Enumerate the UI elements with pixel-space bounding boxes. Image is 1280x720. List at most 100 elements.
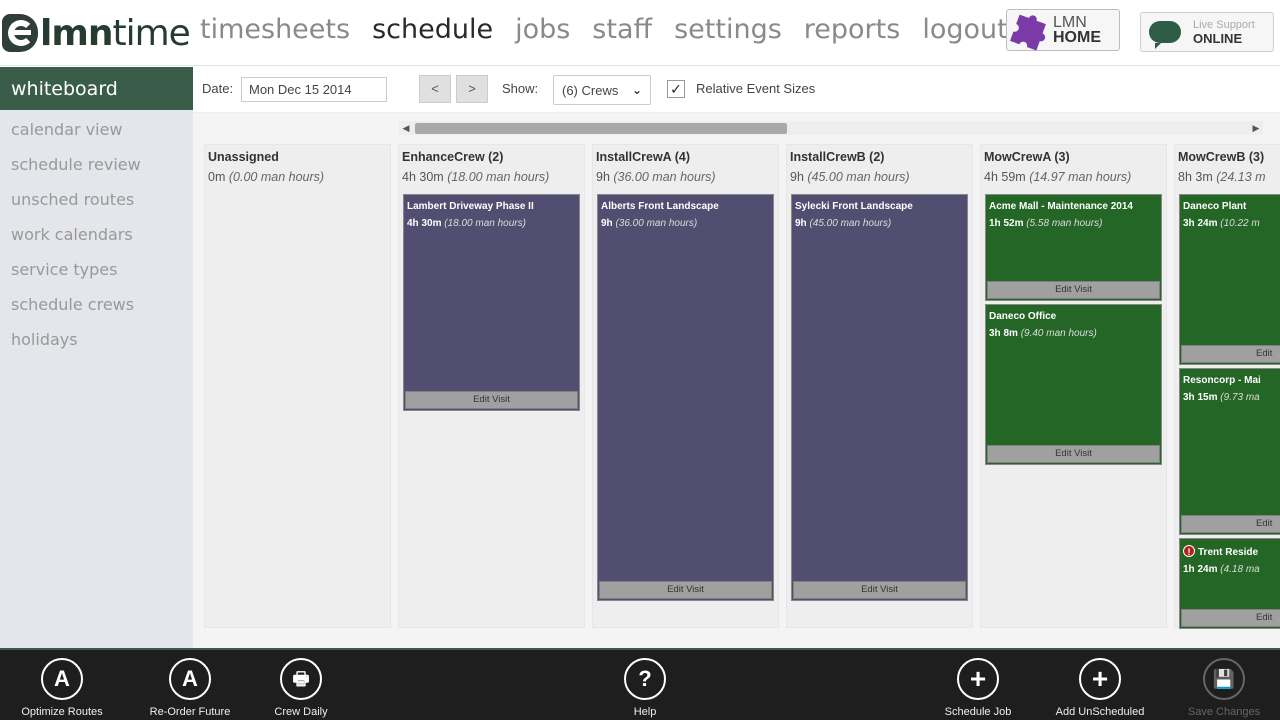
visit-man-hours: (4.18 ma: [1220, 564, 1260, 575]
crew-man-hours: (0.00 man hours): [228, 170, 325, 184]
crew-man-hours: (36.00 man hours): [613, 170, 716, 184]
help-label: Help: [633, 706, 657, 718]
visit-card[interactable]: ! Trent Reside 1h 24m (4.18 ma Edit: [1179, 538, 1280, 629]
visit-name: Lambert Driveway Phase II: [407, 201, 534, 212]
visit-hours: 9h: [795, 218, 807, 229]
nav-timesheets[interactable]: timesheets: [200, 14, 350, 45]
sidebar-item-whiteboard[interactable]: whiteboard: [0, 67, 193, 110]
visit-man-hours: (18.00 man hours): [444, 218, 526, 229]
crew-man-hours: (18.00 man hours): [447, 170, 550, 184]
reorder-future-button[interactable]: A Re-Order Future: [140, 658, 240, 718]
crew-daily-button[interactable]: 🖶 Crew Daily: [256, 658, 346, 718]
edit-visit-button[interactable]: Edit Visit: [987, 445, 1160, 463]
reorder-future-icon: A: [169, 658, 211, 700]
show-label: Show:: [502, 81, 539, 96]
lmn-home-line2: HOME: [1053, 29, 1101, 46]
sidebar-item-schedule-review[interactable]: schedule review: [0, 147, 193, 182]
crew-column-installcrewa[interactable]: InstallCrewA (4) 9h (36.00 man hours) Al…: [592, 144, 779, 628]
visit-name: Resoncorp - Mai: [1183, 375, 1261, 386]
nav-settings[interactable]: settings: [674, 14, 782, 45]
schedule-job-label: Schedule Job: [944, 706, 1012, 718]
printer-icon: 🖶: [280, 658, 322, 700]
app-header: lmntime timesheets schedule jobs staff s…: [0, 0, 1280, 66]
crews-select[interactable]: (6) Crews ⌄: [553, 75, 651, 105]
sidebar-item-service-types[interactable]: service types: [0, 252, 193, 287]
optimize-routes-icon: A: [41, 658, 83, 700]
help-button[interactable]: ? Help: [610, 658, 680, 718]
relative-sizes-checkbox[interactable]: ✓: [667, 80, 685, 98]
crew-hours: 4h 59m: [984, 170, 1026, 184]
lmn-logo-icon: [2, 14, 38, 52]
live-support-status: ONLINE: [1193, 31, 1243, 46]
crew-title: MowCrewB (3): [1178, 150, 1265, 164]
relative-sizes-label: Relative Event Sizes: [696, 81, 816, 96]
edit-visit-button[interactable]: Edit Visit: [987, 281, 1160, 299]
visit-card[interactable]: Daneco Office 3h 8m (9.40 man hours) Edi…: [985, 304, 1162, 465]
prev-day-button[interactable]: <: [419, 75, 451, 103]
visit-card[interactable]: Alberts Front Landscape 9h (36.00 man ho…: [597, 194, 774, 601]
plus-icon: +: [1079, 658, 1121, 700]
help-icon: ?: [624, 658, 666, 700]
crew-column-mowcrewa[interactable]: MowCrewA (3) 4h 59m (14.97 man hours) Ac…: [980, 144, 1167, 628]
visit-card[interactable]: Lambert Driveway Phase II 4h 30m (18.00 …: [403, 194, 580, 411]
bottom-action-bar: A Optimize Routes A Re-Order Future 🖶 Cr…: [0, 648, 1280, 720]
sidebar: whiteboard calendar view schedule review…: [0, 67, 193, 649]
nav-staff[interactable]: staff: [592, 14, 652, 45]
edit-visit-button[interactable]: Edit: [1181, 345, 1280, 363]
visit-man-hours: (9.40 man hours): [1020, 328, 1097, 339]
visit-name: Acme Mall - Maintenance 2014: [989, 201, 1133, 212]
nav-jobs[interactable]: jobs: [515, 14, 570, 45]
crew-column-enhancecrew[interactable]: EnhanceCrew (2) 4h 30m (18.00 man hours)…: [398, 144, 585, 628]
crew-column-mowcrewb[interactable]: MowCrewB (3) 8h 3m (24.13 m Daneco Plant…: [1174, 144, 1280, 629]
scroll-left-icon[interactable]: ◀: [399, 121, 413, 135]
save-changes-button[interactable]: 💾 Save Changes: [1178, 658, 1270, 718]
crew-hours: 9h: [790, 170, 804, 184]
nav-logout[interactable]: logout: [922, 14, 1007, 45]
lmn-time-logo[interactable]: lmntime: [2, 12, 191, 54]
sidebar-item-work-calendars[interactable]: work calendars: [0, 217, 193, 252]
visit-hours: 1h 52m: [989, 218, 1024, 229]
crew-title: Unassigned: [208, 150, 279, 164]
sidebar-item-calendar-view[interactable]: calendar view: [0, 112, 193, 147]
crews-select-value: (6) Crews: [562, 83, 619, 98]
visit-man-hours: (45.00 man hours): [809, 218, 892, 229]
optimize-routes-button[interactable]: A Optimize Routes: [12, 658, 112, 718]
next-day-button[interactable]: >: [456, 75, 488, 103]
visit-card[interactable]: Acme Mall - Maintenance 2014 1h 52m (5.5…: [985, 194, 1162, 301]
visit-hours: 9h: [601, 218, 613, 229]
schedule-job-button[interactable]: + Schedule Job: [932, 658, 1024, 718]
visit-name: Trent Reside: [1198, 547, 1259, 558]
visit-man-hours: (9.73 ma: [1220, 392, 1260, 403]
visit-man-hours: (10.22 m: [1220, 218, 1260, 229]
horizontal-scrollbar[interactable]: ◀ ▶: [399, 121, 1263, 135]
scroll-right-icon[interactable]: ▶: [1249, 121, 1263, 135]
live-support-button[interactable]: Live Support ONLINE: [1140, 12, 1274, 52]
edit-visit-button[interactable]: Edit: [1181, 609, 1280, 627]
edit-visit-button[interactable]: Edit Visit: [599, 581, 772, 599]
edit-visit-button[interactable]: Edit: [1181, 515, 1280, 533]
edit-visit-button[interactable]: Edit Visit: [405, 391, 578, 409]
lmn-home-button[interactable]: LMN HOME: [1006, 9, 1120, 51]
visit-card[interactable]: Sylecki Front Landscape 9h (45.00 man ho…: [791, 194, 968, 601]
crew-man-hours: (24.13 m: [1216, 170, 1266, 184]
chevron-down-icon: ⌄: [631, 83, 642, 97]
date-input[interactable]: Mon Dec 15 2014: [241, 77, 387, 102]
crew-column-unassigned[interactable]: Unassigned 0m (0.00 man hours): [204, 144, 391, 628]
visit-card[interactable]: Daneco Plant 3h 24m (10.22 m Edit: [1179, 194, 1280, 365]
plus-icon: +: [957, 658, 999, 700]
add-unscheduled-button[interactable]: + Add UnScheduled: [1044, 658, 1156, 718]
visit-hours: 3h 15m: [1183, 392, 1218, 403]
crew-title: MowCrewA (3): [984, 150, 1070, 164]
sidebar-item-holidays[interactable]: holidays: [0, 322, 193, 357]
edit-visit-button[interactable]: Edit Visit: [793, 581, 966, 599]
nav-reports[interactable]: reports: [804, 14, 901, 45]
crew-column-installcrewb[interactable]: InstallCrewB (2) 9h (45.00 man hours) Sy…: [786, 144, 973, 628]
visit-hours: 3h 24m: [1183, 218, 1218, 229]
scrollbar-thumb[interactable]: [415, 123, 787, 134]
visit-card[interactable]: Resoncorp - Mai 3h 15m (9.73 ma Edit: [1179, 368, 1280, 535]
visit-hours: 3h 8m: [989, 328, 1018, 339]
sidebar-item-schedule-crews[interactable]: schedule crews: [0, 287, 193, 322]
sidebar-item-unsched-routes[interactable]: unsched routes: [0, 182, 193, 217]
lmn-home-line1: LMN: [1053, 14, 1087, 31]
nav-schedule[interactable]: schedule: [372, 14, 493, 45]
